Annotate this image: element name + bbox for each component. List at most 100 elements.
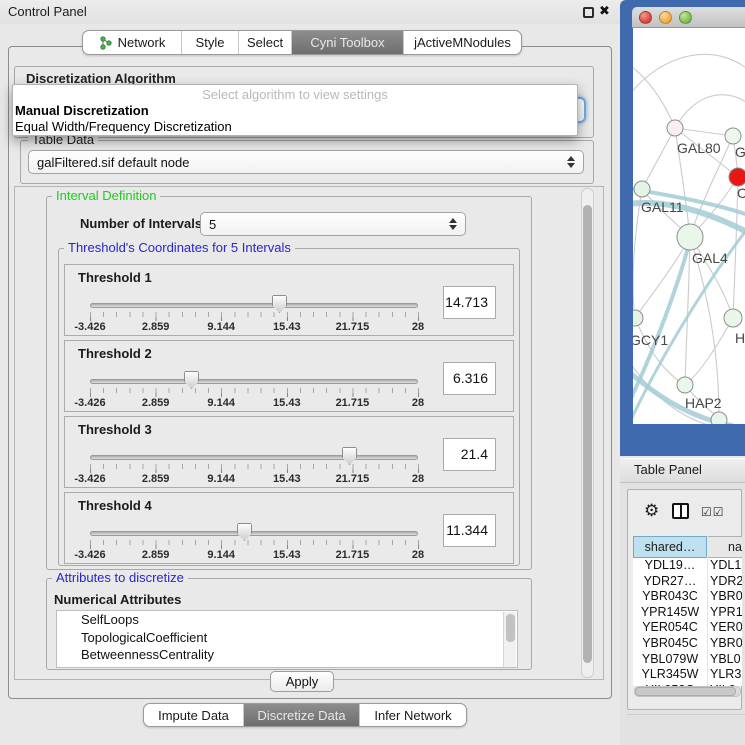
threshold-3-value-field[interactable]: 21.4 <box>443 438 496 471</box>
tick-label: 15.43 <box>273 397 301 409</box>
num-intervals-combo[interactable]: 5 <box>200 212 466 236</box>
table-row[interactable]: YER054CYER0 <box>633 620 742 636</box>
settings-gear-icon[interactable]: ⚙ <box>644 501 659 521</box>
cell: YBR0 <box>710 636 742 650</box>
combo-stepper-icon <box>449 218 457 230</box>
threshold-3-panel: Threshold 3 -3.426 2.859 9.144 15.43 21.… <box>64 416 514 488</box>
tab-infer-network[interactable]: Infer Network <box>359 704 466 726</box>
table-row[interactable]: YPR145WYPR1 <box>633 605 742 621</box>
minimize-window-icon[interactable] <box>659 11 672 24</box>
table-data-combo[interactable]: galFiltered.sif default node <box>28 150 584 174</box>
table-row[interactable]: YBR045CYBR0 <box>633 636 742 652</box>
dropdown-option-equal-width[interactable]: Equal Width/Frequency Discretization <box>15 119 232 134</box>
node-red[interactable] <box>729 168 745 186</box>
close-window-icon[interactable] <box>639 11 652 24</box>
tab-discretize-data[interactable]: Discretize Data <box>243 704 359 726</box>
node-hap2[interactable] <box>677 377 693 393</box>
tab-jactivemnodules-label: jActiveMNodules <box>414 35 511 50</box>
node-h[interactable] <box>724 309 742 327</box>
tick-label: -3.426 <box>74 473 105 485</box>
tick-label: 2.859 <box>142 397 170 409</box>
node-ga[interactable] <box>725 128 741 144</box>
node-gal4[interactable] <box>677 224 703 250</box>
table-row[interactable]: YLR345WYLR3 <box>633 667 742 683</box>
threshold-1-slider-thumb[interactable] <box>272 295 287 313</box>
tick-label: 28 <box>412 397 424 409</box>
threshold-4-value-field[interactable]: 11.344 <box>443 514 496 547</box>
table-row[interactable]: YDR27…YDR2 <box>633 574 742 590</box>
interval-definition-title: Interval Definition <box>52 189 160 203</box>
dropdown-option-manual[interactable]: Manual Discretization <box>15 103 149 118</box>
node-partial[interactable] <box>711 412 727 424</box>
vertical-scrollbar-thumb[interactable] <box>583 205 592 663</box>
tab-select[interactable]: Select <box>238 31 291 54</box>
threshold-1-value-field[interactable]: 14.713 <box>443 286 496 319</box>
threshold-4-panel: Threshold 4 -3.426 2.859 9.144 15.43 21.… <box>64 492 514 564</box>
node-label-gcy1: GCY1 <box>633 332 668 348</box>
table-panel-bottom-border <box>627 714 745 715</box>
table-row[interactable]: YBR043CYBR0 <box>633 589 742 605</box>
tab-cyni-toolbox[interactable]: Cyni Toolbox <box>291 31 403 54</box>
slider-minor-ticks <box>90 540 420 545</box>
threshold-2-slider-track[interactable] <box>90 379 418 384</box>
threshold-3-slider-track[interactable] <box>90 455 418 460</box>
tick-label: 9.144 <box>207 549 235 561</box>
list-item[interactable]: BetweennessCentrality <box>57 646 517 664</box>
column-header-name[interactable]: na <box>708 536 742 558</box>
tick-label: 9.144 <box>207 321 235 333</box>
tab-jactivemnodules[interactable]: jActiveMNodules <box>403 31 521 54</box>
list-scrollbar[interactable] <box>503 612 516 668</box>
tick-label: 21.715 <box>336 549 370 561</box>
threshold-3-slider-thumb[interactable] <box>342 447 357 465</box>
threshold-4-slider-track[interactable] <box>90 531 418 536</box>
cell: YDR27… <box>633 574 707 588</box>
threshold-4-slider-thumb[interactable] <box>237 523 252 541</box>
node-gcy1[interactable] <box>633 310 643 326</box>
tick-label: 2.859 <box>142 473 170 485</box>
tick-label: 21.715 <box>336 321 370 333</box>
close-icon[interactable]: ✖ <box>599 3 610 19</box>
window-traffic-lights <box>639 11 692 24</box>
threshold-2-value-field[interactable]: 6.316 <box>443 362 496 395</box>
cell: YPR1 <box>710 605 742 619</box>
cell: YBL079W <box>633 652 707 666</box>
control-panel-titlebar <box>0 0 620 24</box>
table-row[interactable]: YBL079WYBL0 <box>633 652 742 668</box>
checkbox-icon: ☑ <box>713 505 725 519</box>
network-canvas[interactable]: GAL80 GA C GAL11 GAL4 GCY1 H HAP2 <box>633 28 745 424</box>
tab-cyni-toolbox-label: Cyni Toolbox <box>310 35 384 50</box>
tab-impute-data[interactable]: Impute Data <box>144 704 243 726</box>
combo-stepper-icon <box>567 156 575 168</box>
split-columns-icon[interactable] <box>672 503 689 519</box>
list-item[interactable]: TopologicalCoefficient <box>57 629 517 647</box>
cell: YBR0 <box>710 589 742 603</box>
list-item[interactable]: SelfLoops <box>57 611 517 629</box>
tick-label: 15.43 <box>273 549 301 561</box>
node-gal80[interactable] <box>667 120 683 136</box>
cell: YDL1 <box>710 558 741 572</box>
node-label-ga: GA <box>735 144 745 160</box>
slider-minor-ticks <box>90 312 420 317</box>
threshold-2-slider-thumb[interactable] <box>184 371 199 389</box>
control-panel: Control Panel ✖ Network Style Select Cyn… <box>0 0 620 745</box>
cell: YDL19… <box>633 558 707 572</box>
horizontal-scrollbar-thumb[interactable] <box>635 687 736 696</box>
tick-label: 21.715 <box>336 397 370 409</box>
zoom-window-icon[interactable] <box>679 11 692 24</box>
table-row[interactable]: YDL19…YDL1 <box>633 558 742 574</box>
tab-style[interactable]: Style <box>181 31 238 54</box>
list-scrollbar-thumb[interactable] <box>506 614 515 642</box>
threshold-1-slider-track[interactable] <box>90 303 418 308</box>
checkbox-icon: ☑ <box>701 505 713 519</box>
cyni-bottom-tabs: Impute Data Discretize Data Infer Networ… <box>143 703 467 727</box>
column-header-shared[interactable]: shared… <box>633 536 707 558</box>
node-label-c: C <box>737 185 745 201</box>
float-window-icon[interactable] <box>583 7 594 18</box>
checked-boxes-icon[interactable]: ☑☑ <box>701 505 725 519</box>
tab-network[interactable]: Network <box>83 31 181 54</box>
tick-label: -3.426 <box>74 321 105 333</box>
tick-label: 28 <box>412 549 424 561</box>
apply-button[interactable]: Apply <box>270 671 334 692</box>
node-gal11[interactable] <box>634 181 650 197</box>
attributes-group-title: Attributes to discretize <box>52 571 188 585</box>
